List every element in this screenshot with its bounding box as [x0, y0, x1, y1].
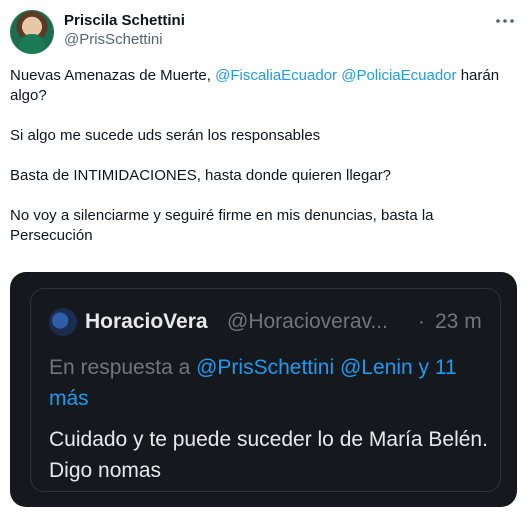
- quoted-tweet-header: HoracioVera @Horacioverav... · 23 m: [49, 308, 484, 336]
- tweet-paragraph-3: Basta de INTIMIDACIONES, hasta donde qui…: [10, 167, 392, 184]
- quoted-tweet: HoracioVera @Horacioverav... · 23 m En r…: [30, 288, 501, 492]
- tweet-header: Priscila Schettini @PrisSchettini: [10, 10, 517, 54]
- tweet-paragraph-2: Si algo me sucede uds serán los responsa…: [10, 127, 321, 144]
- reply-mention: @Lenin: [339, 356, 413, 379]
- author-avatar[interactable]: [10, 10, 54, 54]
- reply-prefix: En respuesta a: [49, 356, 197, 379]
- reply-mention: @PrisSchettini: [196, 356, 335, 379]
- author-handle[interactable]: @PrisSchettini: [64, 31, 163, 49]
- reply-context: En respuesta a @PrisSchettini @Lenin y 1…: [49, 352, 489, 414]
- ellipsis-icon[interactable]: [493, 12, 517, 30]
- embedded-screenshot[interactable]: HoracioVera @Horacioverav... · 23 m En r…: [10, 272, 517, 507]
- separator-dot: ·: [418, 310, 425, 333]
- tweet-text: Nuevas Amenazas de Muerte,: [10, 67, 216, 84]
- quoted-timestamp: 23 m: [435, 310, 482, 333]
- quoted-author-avatar: [49, 308, 77, 336]
- quoted-author-handle: @Horacioverav...: [227, 310, 388, 333]
- mention-link[interactable]: @FiscaliaEcuador: [215, 67, 337, 84]
- tweet-body: Nuevas Amenazas de Muerte, @FiscaliaEcua…: [10, 66, 517, 246]
- tweet-paragraph-1: Nuevas Amenazas de Muerte, @FiscaliaEcua…: [10, 66, 517, 106]
- quoted-author-name: HoracioVera: [85, 310, 208, 333]
- mention-link[interactable]: @PoliciaEcuador: [341, 67, 456, 84]
- tweet-paragraph-4: No voy a silenciarme y seguiré firme en …: [10, 207, 434, 244]
- quoted-tweet-text: Cuidado y te puede suceder lo de María B…: [49, 428, 488, 482]
- author-name[interactable]: Priscila Schettini: [64, 12, 185, 30]
